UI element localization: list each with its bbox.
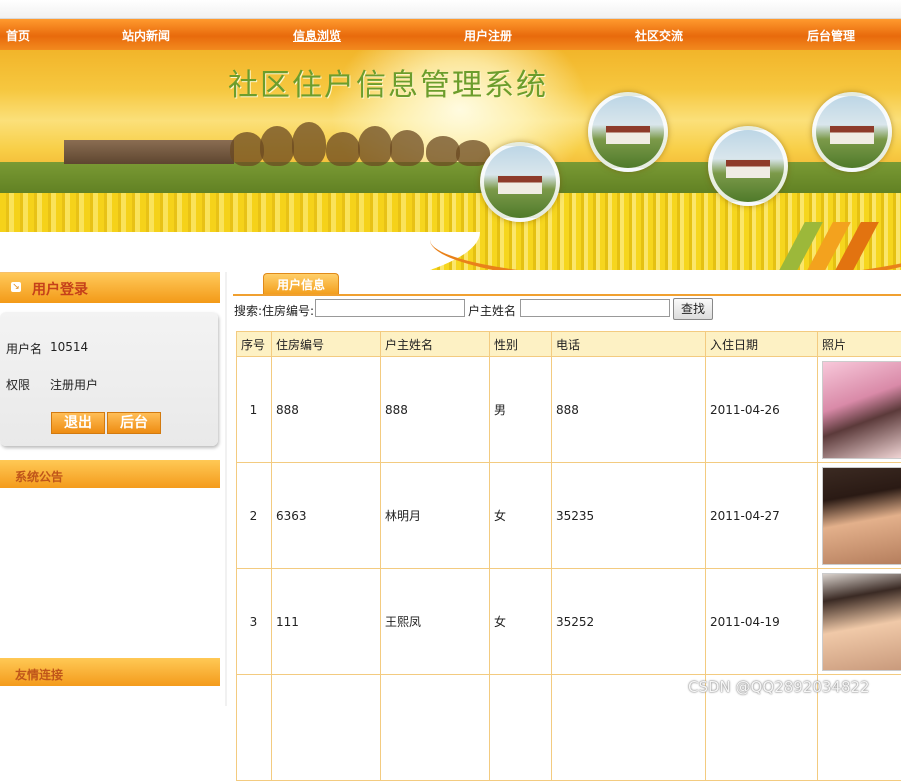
cell-empty bbox=[552, 675, 706, 781]
cell-house: 888 bbox=[272, 357, 381, 463]
table-header-row: 序号 住房编号 户主姓名 性别 电话 入住日期 照片 bbox=[237, 332, 901, 357]
role-label: 权限 bbox=[6, 376, 30, 393]
banner-swoosh bbox=[0, 232, 480, 270]
cell-owner: 王熙凤 bbox=[381, 569, 490, 675]
username-value: 10514 bbox=[50, 340, 88, 354]
table-row[interactable]: 3 111 王熙凤 女 35252 2011-04-19 bbox=[237, 569, 901, 675]
col-header-index: 序号 bbox=[237, 332, 272, 357]
cell-gender: 男 bbox=[490, 357, 552, 463]
logout-button[interactable]: 退出 bbox=[51, 412, 105, 434]
banner-photo-circle bbox=[812, 92, 892, 172]
banner-house bbox=[64, 140, 234, 164]
cell-date: 2011-04-26 bbox=[706, 357, 818, 463]
col-header-gender: 性别 bbox=[490, 332, 552, 357]
resident-photo[interactable] bbox=[822, 361, 901, 459]
column-divider bbox=[225, 272, 227, 706]
cell-index: 3 bbox=[237, 569, 272, 675]
cell-empty bbox=[490, 675, 552, 781]
nav-info-browse[interactable]: 信息浏览 bbox=[293, 27, 341, 44]
cell-house: 6363 bbox=[272, 463, 381, 569]
col-header-photo: 照片 bbox=[818, 332, 901, 357]
cell-gender: 女 bbox=[490, 463, 552, 569]
tab-user-info[interactable]: 用户信息 bbox=[263, 273, 339, 294]
cell-index: 1 bbox=[237, 357, 272, 463]
cell-owner: 888 bbox=[381, 357, 490, 463]
search-name-label: 户主姓名 bbox=[468, 302, 516, 319]
col-header-house: 住房编号 bbox=[272, 332, 381, 357]
notice-header: 系统公告 bbox=[0, 460, 220, 488]
resident-photo[interactable] bbox=[822, 467, 901, 565]
nav-admin[interactable]: 后台管理 bbox=[807, 27, 855, 44]
cell-date: 2011-04-27 bbox=[706, 463, 818, 569]
links-header: 友情连接 bbox=[0, 658, 220, 686]
sidebar: ↘ 用户登录 用户名 10514 权限 注册用户 退出 后台 系统公告 友情连接 bbox=[0, 272, 222, 706]
nav-home[interactable]: 首页 bbox=[6, 27, 30, 44]
banner-trees bbox=[230, 120, 490, 166]
links-title: 友情连接 bbox=[15, 666, 63, 683]
banner-photo-circle bbox=[480, 142, 560, 222]
search-button[interactable]: 查找 bbox=[673, 298, 713, 320]
table-row[interactable]: 1 888 888 男 888 2011-04-26 bbox=[237, 357, 901, 463]
top-nav: 首页 站内新闻 信息浏览 用户注册 社区交流 后台管理 bbox=[0, 19, 901, 51]
browser-top-strip bbox=[0, 0, 901, 19]
nav-news[interactable]: 站内新闻 bbox=[122, 27, 170, 44]
cell-date: 2011-04-19 bbox=[706, 569, 818, 675]
search-house-label: 搜索:住房编号: bbox=[234, 302, 314, 319]
header-banner: 社区住户信息管理系统 bbox=[0, 50, 901, 270]
cell-photo bbox=[818, 569, 901, 675]
username-label: 用户名 bbox=[6, 340, 42, 357]
cell-empty bbox=[381, 675, 490, 781]
watermark: CSDN @QQ2892034822 bbox=[688, 678, 870, 696]
col-header-date: 入住日期 bbox=[706, 332, 818, 357]
banner-photo-circle bbox=[588, 92, 668, 172]
site-title: 社区住户信息管理系统 bbox=[228, 60, 548, 104]
role-value: 注册用户 bbox=[50, 376, 98, 393]
nav-community[interactable]: 社区交流 bbox=[635, 27, 683, 44]
resident-table: 序号 住房编号 户主姓名 性别 电话 入住日期 照片 1 888 888 男 8… bbox=[236, 331, 901, 781]
cell-phone: 35235 bbox=[552, 463, 706, 569]
resident-photo[interactable] bbox=[822, 573, 901, 671]
notice-title: 系统公告 bbox=[15, 468, 63, 485]
col-header-owner: 户主姓名 bbox=[381, 332, 490, 357]
login-panel-header: ↘ 用户登录 bbox=[0, 272, 220, 303]
banner-photo-circle bbox=[708, 126, 788, 206]
col-header-phone: 电话 bbox=[552, 332, 706, 357]
cell-photo bbox=[818, 463, 901, 569]
cell-photo bbox=[818, 357, 901, 463]
cell-owner: 林明月 bbox=[381, 463, 490, 569]
login-arrow-icon: ↘ bbox=[11, 282, 21, 292]
owner-name-input[interactable] bbox=[520, 299, 670, 317]
house-number-input[interactable] bbox=[315, 299, 465, 317]
tab-underline bbox=[233, 294, 901, 296]
cell-gender: 女 bbox=[490, 569, 552, 675]
cell-phone: 35252 bbox=[552, 569, 706, 675]
table-row[interactable]: 2 6363 林明月 女 35235 2011-04-27 bbox=[237, 463, 901, 569]
cell-phone: 888 bbox=[552, 357, 706, 463]
cell-house: 111 bbox=[272, 569, 381, 675]
cell-empty bbox=[237, 675, 272, 781]
search-bar: 搜索:住房编号: 户主姓名 查找 bbox=[234, 297, 901, 321]
cell-empty bbox=[272, 675, 381, 781]
nav-register[interactable]: 用户注册 bbox=[464, 27, 512, 44]
admin-button[interactable]: 后台 bbox=[107, 412, 161, 434]
login-panel-title: 用户登录 bbox=[32, 279, 88, 299]
cell-index: 2 bbox=[237, 463, 272, 569]
